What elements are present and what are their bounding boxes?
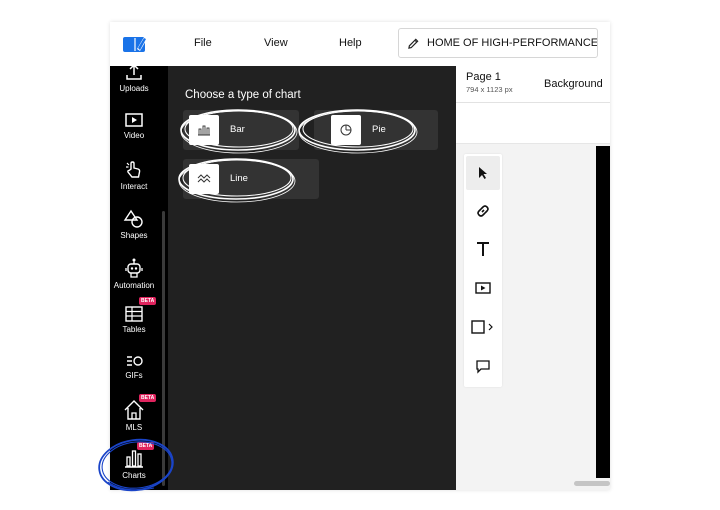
cursor-icon [479,167,487,179]
text-icon [477,242,489,256]
beta-badge: BETA [139,394,157,402]
sidebar: Uploads Video Interact Shapes Automation… [110,66,168,490]
sidebar-item-label: Interact [120,182,148,191]
canvas-header-strip [456,103,610,144]
menu-view[interactable]: View [264,37,288,49]
sidebar-item-label: MLS [125,423,143,432]
sidebar-item-tables[interactable]: BETA Tables [110,297,158,334]
chart-option-line[interactable]: Line [183,159,319,199]
link-icon [477,205,489,217]
brand-logo-icon[interactable] [122,34,148,59]
bar-chart-icon [189,115,219,145]
sidebar-item-label: Video [123,131,145,140]
page-canvas-edge [596,146,610,478]
sidebar-scrollbar[interactable] [162,211,165,486]
sidebar-item-label: Tables [122,325,146,334]
app-window: File View Help HOME OF HIGH-PERFORMANCE.… [110,22,610,490]
video-tool[interactable] [466,271,500,305]
comment-icon [476,359,490,374]
gif-icon [127,356,143,366]
chart-option-label: Line [230,173,248,184]
sidebar-item-uploads[interactable]: Uploads [110,66,158,93]
chart-option-bar[interactable]: Bar [183,110,299,150]
table-icon [125,306,143,322]
document-title: HOME OF HIGH-PERFORMANCE... [427,37,597,49]
interact-icon [126,161,141,178]
pencil-icon [408,38,419,49]
upload-icon [126,66,142,80]
canvas-area: Page 1 794 x 1123 px Background [456,66,610,490]
sidebar-item-interact[interactable]: Interact [110,160,158,191]
comment-tool[interactable] [466,349,500,383]
video-icon [475,282,491,294]
horizontal-scrollbar[interactable] [574,481,610,486]
chart-option-label: Pie [372,124,386,135]
menu-file[interactable]: File [194,37,212,49]
tab-page-1[interactable]: Page 1 794 x 1123 px [466,71,513,94]
sidebar-item-charts[interactable]: BETA Charts [110,442,158,480]
text-tool[interactable] [466,232,500,266]
sidebar-item-label: Uploads [119,84,149,93]
sidebar-item-gifs[interactable]: GIFs [110,353,158,380]
rectangle-icon [471,320,493,334]
tool-palette [464,154,502,387]
chart-type-panel: Choose a type of chart Bar Pie Line [168,66,456,490]
line-chart-icon [189,164,219,194]
pie-chart-icon [331,115,361,145]
sidebar-item-shapes[interactable]: Shapes [110,209,158,240]
sidebar-item-automation[interactable]: Automation [110,257,158,290]
link-tool[interactable] [466,194,500,228]
house-icon [124,400,144,420]
robot-icon [125,258,143,278]
shape-tool[interactable] [466,310,500,344]
panel-title: Choose a type of chart [185,89,301,101]
chart-option-pie[interactable]: Pie [314,110,438,150]
page-tabs: Page 1 794 x 1123 px Background [456,66,610,103]
sidebar-item-label: Automation [113,281,155,290]
tab-background[interactable]: Background [544,78,603,90]
sidebar-item-label: Charts [122,471,146,480]
select-tool[interactable] [466,156,500,190]
sidebar-item-mls[interactable]: BETA MLS [110,394,158,432]
chart-option-label: Bar [230,124,245,135]
page-name: Page 1 [466,71,501,83]
shapes-icon [123,209,143,228]
beta-badge: BETA [137,442,155,450]
sidebar-item-video[interactable]: Video [110,111,158,140]
sidebar-item-label: Shapes [120,231,148,240]
video-icon [125,113,143,127]
bar-chart-icon [125,450,143,468]
top-bar: File View Help HOME OF HIGH-PERFORMANCE.… [110,22,610,67]
page-size: 794 x 1123 px [466,85,513,94]
beta-badge: BETA [139,297,157,305]
menu-help[interactable]: Help [339,37,362,49]
sidebar-item-label: GIFs [125,371,143,380]
document-title-field[interactable]: HOME OF HIGH-PERFORMANCE... [398,28,598,58]
